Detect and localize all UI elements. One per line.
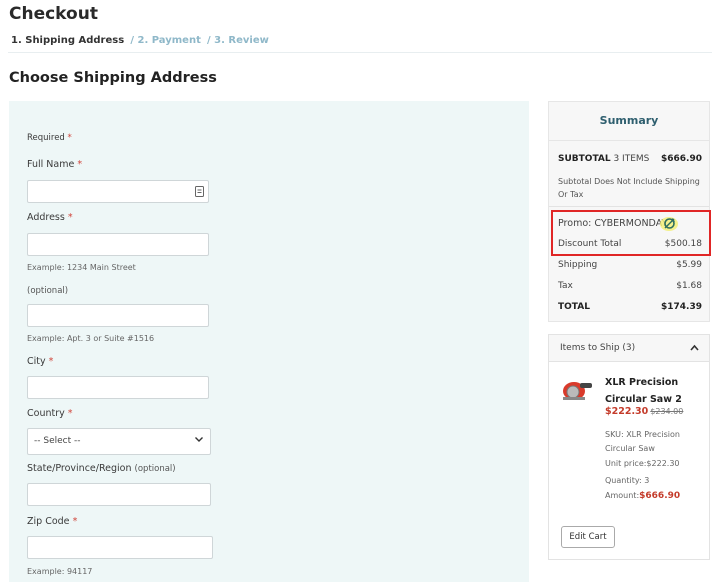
product-price: $222.30 $234.00 [605,406,683,417]
section-title: Choose Shipping Address [9,70,217,86]
shipping-label: Shipping [558,260,598,270]
product-old-price: $234.00 [650,407,684,416]
full-name-label-text: Full Name [27,159,75,170]
required-mark: * [48,356,54,367]
address-label-text: Address [27,212,65,223]
tax-value: $1.68 [676,281,702,291]
address2-label: (optional) [27,286,69,296]
chevron-up-icon[interactable] [690,344,699,352]
address-input[interactable] [27,233,209,256]
full-name-label: Full Name * [27,159,82,170]
country-select[interactable]: -- Select -- [27,428,211,455]
required-mark: * [72,516,78,527]
state-label-text: State/Province/Region [27,463,132,474]
required-mark: * [67,212,73,223]
city-label: City * [27,356,53,367]
total-row: TOTAL $174.39 [558,302,702,312]
city-input[interactable] [27,376,209,399]
items-to-ship-panel: Items to Ship (3) XLR Precision Circular… [548,334,710,560]
city-label-text: City [27,356,46,367]
tax-row: Tax $1.68 [558,281,702,291]
required-note: Required * [27,133,72,143]
country-select-value: -- Select -- [34,436,81,446]
chevron-down-icon [195,437,203,442]
product-name[interactable]: XLR Precision Circular Saw 2 [605,374,701,408]
subtotal-label: SUBTOTAL [558,154,611,164]
zip-label-text: Zip Code [27,516,70,527]
total-label: TOTAL [558,302,590,312]
shipping-value: $5.99 [676,260,702,270]
checkout-steps: 1. Shipping Address / 2. Payment / 3. Re… [11,35,272,46]
country-label: Country * [27,408,73,419]
zip-input[interactable] [27,536,213,559]
subtotal-items: 3 ITEMS [613,154,650,164]
state-label: State/Province/Region (optional) [27,463,176,474]
required-mark: * [67,133,72,143]
address2-hint: Example: Apt. 3 or Suite #1516 [27,334,155,343]
items-to-ship-header[interactable]: Items to Ship (3) [549,335,709,362]
edit-cart-button[interactable]: Edit Cart [561,526,615,548]
product-amount-value: $666.90 [639,491,681,501]
step-shipping-address[interactable]: 1. Shipping Address [11,35,124,46]
zip-label: Zip Code * [27,516,77,527]
promo-highlight-box [551,210,711,256]
state-optional-note: (optional) [134,464,176,474]
subtotal-value: $666.90 [661,154,702,164]
header-divider [8,52,712,53]
product-amount: Amount:$666.90 [605,491,680,501]
required-note-text: Required [27,133,65,143]
circular-saw-image [563,382,592,400]
required-mark: * [77,159,83,170]
product-sale-price: $222.30 [605,406,649,417]
summary-divider [549,206,709,207]
subtotal-note: Subtotal Does Not Include Shipping Or Ta… [558,177,700,199]
refresh-icon[interactable] [663,217,676,230]
subtotal-row: SUBTOTAL 3 ITEMS $666.90 [558,154,702,164]
items-to-ship-title: Items to Ship (3) [560,343,636,353]
summary-title: Summary [549,102,709,141]
product-sku: SKU: XLR Precision Circular Saw [605,430,680,453]
shipping-row: Shipping $5.99 [558,260,702,270]
tax-label: Tax [558,281,573,291]
total-value: $174.39 [661,302,702,312]
full-name-input[interactable] [27,180,209,203]
product-unit-price: Unit price:$222.30 [605,459,680,468]
zip-hint: Example: 94117 [27,567,93,576]
step-payment[interactable]: / 2. Payment [130,35,201,46]
autofill-contact-icon[interactable] [195,186,204,197]
product-quantity: Quantity: 3 [605,476,650,485]
state-input[interactable] [27,483,211,506]
country-label-text: Country [27,408,65,419]
product-amount-label: Amount: [605,491,640,500]
address-hint: Example: 1234 Main Street [27,263,136,272]
address2-input[interactable] [27,304,209,327]
page-title: Checkout [9,4,98,24]
step-review[interactable]: / 3. Review [207,35,269,46]
shipping-form-panel: Required * Full Name * Address * Example… [9,101,529,582]
address-label: Address * [27,212,73,223]
required-mark: * [67,408,73,419]
